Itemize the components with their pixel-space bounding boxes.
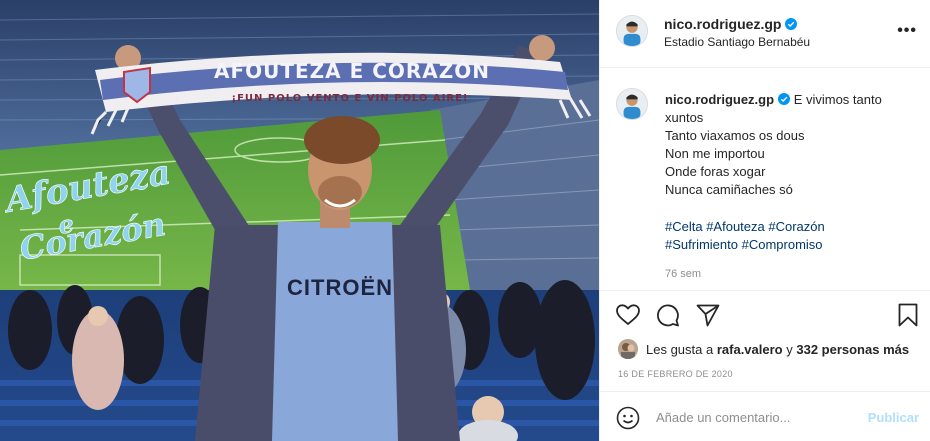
post-photo[interactable]: CITROËN AFOUTEZA E CORAZÓN ¡FUN POLO VEN… [0,0,599,441]
caption-line: Tanto viaxamos os dous [665,128,805,143]
likes-summary: Les gusta a rafa.valero y 332 personas m… [618,339,909,359]
post-actions: Les gusta a rafa.valero y 332 personas m… [600,290,930,398]
ellipsis-icon[interactable]: ••• [897,22,917,40]
caption-section: nico.rodriguez.gp E vivimos tanto xuntos… [600,68,930,290]
stadium-photo: CITROËN AFOUTEZA E CORAZÓN ¡FUN POLO VEN… [0,0,599,441]
caption-line: Nunca camiñaches só [665,182,793,197]
hashtag-link[interactable]: #Celta [665,219,703,234]
instagram-post: CITROËN AFOUTEZA E CORAZÓN ¡FUN POLO VEN… [0,0,930,441]
hashtag-link[interactable]: #Afouteza [706,219,765,234]
author-username[interactable]: nico.rodriguez.gp [664,16,798,32]
publish-button[interactable]: Publicar [868,410,919,425]
shirt-sponsor-text: CITROËN [287,275,393,300]
comment-input[interactable] [656,407,846,427]
hashtag-link[interactable]: #Compromiso [742,237,823,252]
heart-icon[interactable] [615,302,641,328]
post-location[interactable]: Estadio Santiago Bernabéu [664,35,810,49]
smiley-icon[interactable] [616,406,640,430]
comment-box: Publicar [600,391,930,441]
likes-user[interactable]: rafa.valero [717,342,783,357]
paper-plane-icon[interactable] [695,302,721,328]
caption-time-ago[interactable]: 76 sem [665,268,701,280]
verified-badge-icon [778,93,791,105]
likes-connector: y [786,341,793,357]
caption-username[interactable]: nico.rodriguez.gp [665,92,774,107]
verified-badge-icon [785,18,798,30]
hashtag-list: #Celta #Afouteza #Corazón #Sufrimiento #… [665,218,915,254]
post-date[interactable]: 16 DE FEBRERO DE 2020 [618,369,733,379]
scarf-bottom-text: ¡FUN POLO VENTO E VIN POLO AIRE! [232,93,469,104]
scarf-top-text: AFOUTEZA E CORAZÓN [214,59,490,83]
caption-line: Non me importou [665,146,765,161]
likes-others[interactable]: 332 personas más [796,342,909,357]
hashtag-link[interactable]: #Corazón [768,219,824,234]
post-header: nico.rodriguez.gp Estadio Santiago Berna… [600,0,930,68]
likes-prefix: Les gusta a [646,341,714,357]
comment-bubble-icon[interactable] [655,302,681,328]
post-details-panel: nico.rodriguez.gp Estadio Santiago Berna… [599,0,930,441]
hashtag-link[interactable]: #Sufrimiento [665,237,738,252]
caption-avatar[interactable] [616,88,648,120]
author-avatar[interactable] [616,15,648,47]
bookmark-icon[interactable] [895,302,921,328]
liker-avatar[interactable] [618,339,638,359]
caption-line: Onde foras xogar [665,164,766,179]
caption-text: nico.rodriguez.gp E vivimos tanto xuntos… [665,91,915,199]
